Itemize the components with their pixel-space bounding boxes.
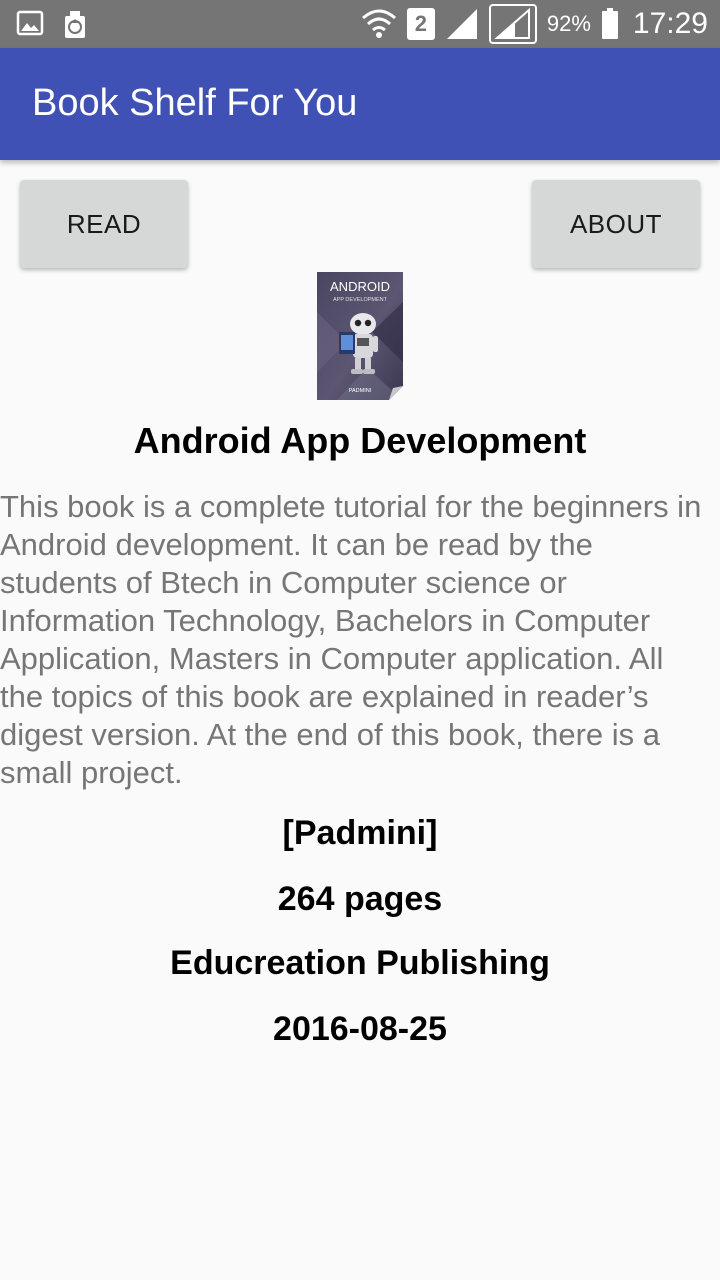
battery-icon — [601, 8, 619, 40]
recycle-notification-icon — [62, 9, 88, 39]
book-publisher: Educreation Publishing — [170, 944, 550, 982]
book-cover-image: ANDROID APP DEVELOPMENT PADMINI — [317, 272, 403, 400]
battery-percent: 92% — [546, 11, 591, 36]
app-title: Book Shelf For You — [32, 82, 358, 124]
app-bar: Book Shelf For You — [0, 48, 720, 160]
read-button[interactable]: READ — [20, 180, 188, 268]
about-button[interactable]: ABOUT — [532, 180, 700, 268]
status-bar-notifications — [16, 9, 88, 39]
status-clock: 17:29 — [632, 7, 708, 40]
sim-slot-badge: 2 — [406, 8, 435, 40]
cover-title-line1: ANDROID — [330, 279, 390, 294]
wifi-icon — [361, 7, 397, 41]
book-description: This book is a complete tutorial for the… — [0, 489, 702, 790]
status-bar-system: 2 92% 17:29 — [361, 0, 708, 48]
signal-strength-secondary-icon — [488, 4, 537, 44]
cover-title-line2: APP DEVELOPMENT — [333, 297, 388, 303]
book-published-date: 2016-08-25 — [273, 1010, 447, 1048]
gallery-notification-icon — [16, 9, 44, 39]
status-bar: 2 92% 17:29 — [0, 0, 720, 48]
book-page-count: 264 pages — [277, 880, 443, 918]
book-author: [Padmini] — [282, 814, 438, 852]
signal-strength-icon — [445, 7, 479, 41]
book-title: Android App Development — [133, 420, 587, 461]
cover-author: PADMINI — [349, 388, 372, 394]
